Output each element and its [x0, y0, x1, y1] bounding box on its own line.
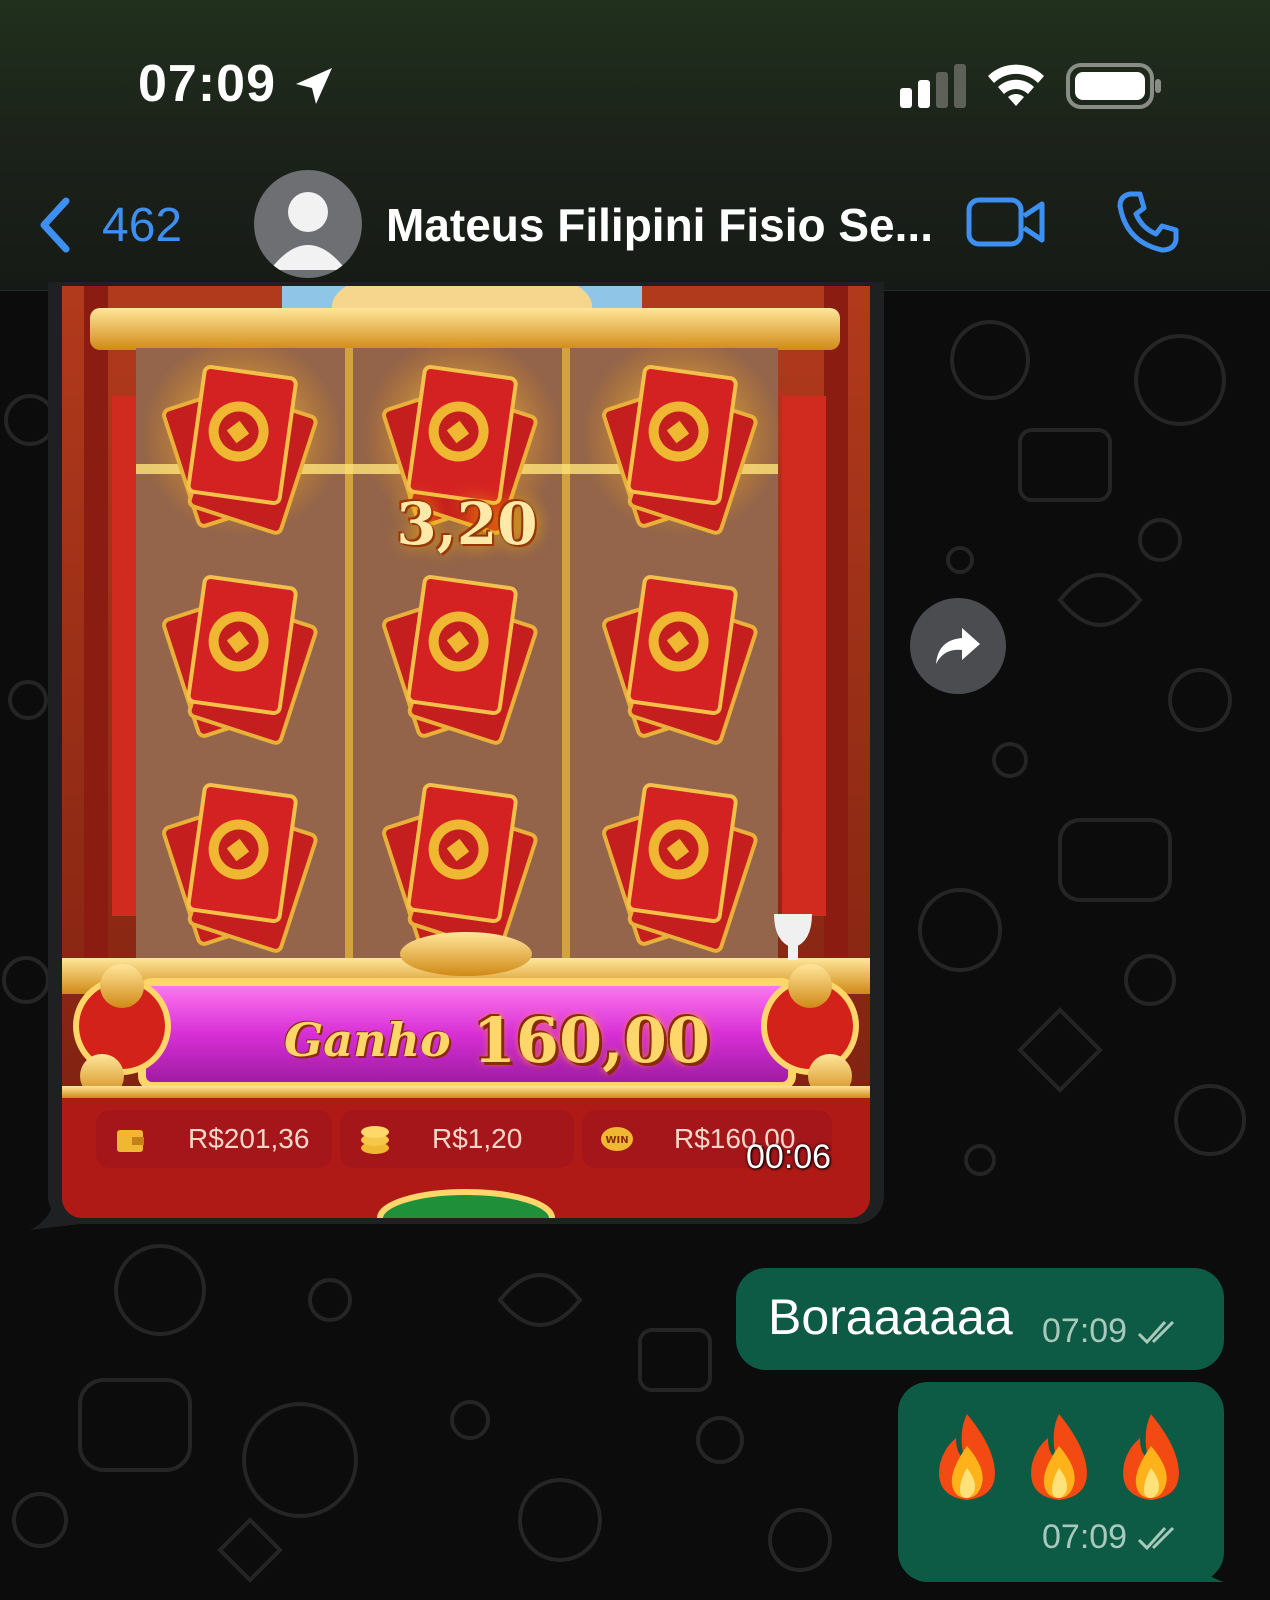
fire-icon [1031, 1414, 1087, 1500]
message-meta: 07:09 [1042, 1312, 1183, 1351]
video-thumbnail[interactable]: 3,20 Ganho 160,00 R$201,36 R$1,20 WIN R$… [62, 286, 870, 1218]
outgoing-message-2[interactable]: 07:09 [898, 1382, 1224, 1582]
double-check-icon [1138, 1526, 1175, 1550]
balance-value: R$201,36 [188, 1123, 310, 1154]
win-banner: Ganho 160,00 [162, 994, 832, 1086]
bet-pill: R$1,20 [340, 1110, 574, 1168]
wifi-icon [988, 64, 1044, 106]
bubble-tail [1188, 1538, 1224, 1582]
win-badge-icon: WIN [601, 1127, 633, 1151]
back-button[interactable]: 462 [36, 190, 182, 260]
double-check-icon [1138, 1320, 1175, 1344]
contact-name[interactable]: Mateus Filipini Fisio Se... [386, 198, 933, 252]
emoji-row [930, 1412, 1188, 1502]
win-label: Ganho [284, 1013, 451, 1067]
forward-arrow-icon [936, 628, 980, 664]
outgoing-message-1[interactable]: Boraaaaaa 07:09 [736, 1268, 1224, 1370]
location-arrow-icon [296, 68, 332, 104]
message-time: 07:09 [1042, 1518, 1128, 1556]
status-time: 07:09 [138, 55, 276, 113]
reel-win-value: 3,20 [396, 490, 538, 558]
fire-icon [1123, 1414, 1179, 1500]
message-meta: 07:09 [1042, 1518, 1183, 1557]
cellular-signal-icon [900, 64, 966, 108]
fire-icon [939, 1414, 995, 1500]
bet-value: R$1,20 [432, 1123, 523, 1154]
video-call-icon[interactable] [966, 194, 1046, 250]
win-badge-text: WIN [605, 1135, 628, 1146]
unread-count: 462 [102, 198, 183, 252]
forward-button[interactable] [910, 598, 1006, 694]
win-amount: 160,00 [472, 1003, 710, 1077]
message-time: 07:09 [1042, 1312, 1128, 1350]
chat-header: 07:09 462 Mateus Filipini Fisio Se... [0, 0, 1270, 291]
default-avatar-icon [270, 192, 346, 270]
chevron-left-icon [40, 197, 70, 253]
message-text: Boraaaaaa [768, 1289, 1013, 1345]
coin-stack-icon [361, 1126, 389, 1154]
video-duration: 00:06 [746, 1138, 832, 1176]
contact-avatar[interactable] [254, 170, 362, 278]
balance-pill: R$201,36 [96, 1110, 332, 1168]
battery-icon [1066, 63, 1161, 109]
wallet-icon [117, 1130, 144, 1152]
phone-call-icon[interactable] [1116, 190, 1180, 254]
